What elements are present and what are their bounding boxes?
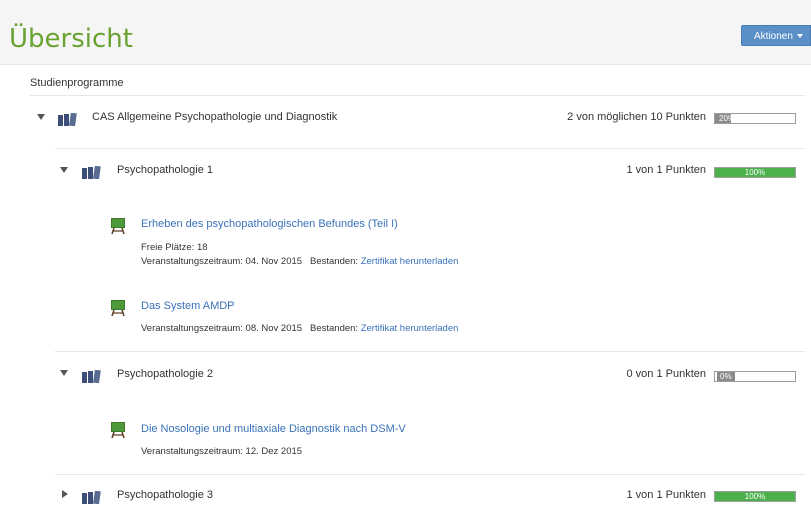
- program-divider: [55, 148, 805, 149]
- collapse-toggle-icon[interactable]: [60, 167, 68, 173]
- module-row: Psychopathologie 2 0 von 1 Punkten 0%: [0, 367, 811, 391]
- event-period: Veranstaltungszeitraum: 04. Nov 2015: [141, 256, 303, 267]
- module-progress-label: 100%: [744, 492, 766, 501]
- expand-toggle-icon[interactable]: [62, 490, 68, 498]
- event-title-link[interactable]: Die Nosologie und multiaxiale Diagnostik…: [141, 423, 406, 435]
- program-label: CAS Allgemeine Psychopathologie und Diag…: [92, 111, 338, 123]
- page-title: Übersicht: [9, 24, 133, 54]
- event-free-seats: Freie Plätze: 18: [141, 242, 208, 253]
- books-icon: [82, 370, 101, 383]
- collapse-toggle-icon[interactable]: [37, 114, 45, 120]
- event-period: Veranstaltungszeitraum: 12. Dez 2015: [141, 446, 303, 457]
- module-points: 1 von 1 Punkten: [626, 164, 706, 176]
- module-label: Psychopathologie 3: [117, 489, 214, 501]
- program-points: 2 von möglichen 10 Punkten: [567, 111, 706, 123]
- collapse-toggle-icon[interactable]: [60, 370, 68, 376]
- module-divider: [55, 474, 805, 475]
- event-title-link[interactable]: Erheben des psychopathologischen Befunde…: [141, 218, 398, 230]
- event-passed-label: Bestanden:: [310, 256, 359, 267]
- program-progress-label: 20%: [719, 114, 736, 123]
- page-header: Übersicht Aktionen: [0, 0, 811, 65]
- section-divider: [30, 95, 805, 96]
- module-progress-bar: 100%: [714, 167, 796, 178]
- program-row: CAS Allgemeine Psychopathologie und Diag…: [0, 110, 811, 134]
- event-meta: Veranstaltungszeitraum: 08. Nov 2015 Bes…: [141, 323, 458, 334]
- certificate-download-link[interactable]: Zertifikat herunterladen: [361, 323, 459, 334]
- module-points: 1 von 1 Punkten: [626, 489, 706, 501]
- classroom-board-icon: [111, 422, 125, 438]
- certificate-download-link[interactable]: Zertifikat herunterladen: [361, 256, 459, 267]
- module-progress-label: 100%: [744, 168, 766, 177]
- module-label: Psychopathologie 1: [117, 164, 214, 176]
- actions-button-label: Aktionen: [754, 31, 793, 42]
- classroom-board-icon: [111, 218, 125, 234]
- event-title-link[interactable]: Das System AMDP: [141, 300, 235, 312]
- event-passed-label: Bestanden:: [310, 323, 359, 334]
- books-icon: [58, 113, 77, 126]
- event-meta: Veranstaltungszeitraum: 04. Nov 2015 Bes…: [141, 256, 458, 267]
- module-progress-label: 0%: [717, 372, 735, 381]
- event-period: Veranstaltungszeitraum: 08. Nov 2015: [141, 323, 303, 334]
- module-points: 0 von 1 Punkten: [626, 368, 706, 380]
- module-label: Psychopathologie 2: [117, 368, 214, 380]
- section-title: Studienprogramme: [30, 77, 124, 89]
- module-row: Psychopathologie 3 1 von 1 Punkten 100%: [0, 488, 811, 512]
- caret-down-icon: [796, 34, 803, 39]
- module-row: Psychopathologie 1 1 von 1 Punkten 100%: [0, 163, 811, 187]
- module-progress-bar: 0%: [714, 371, 796, 382]
- books-icon: [82, 491, 101, 504]
- module-divider: [55, 351, 805, 352]
- actions-button[interactable]: Aktionen: [741, 25, 811, 46]
- program-progress-bar: 20%: [714, 113, 796, 124]
- books-icon: [82, 166, 101, 179]
- module-progress-bar: 100%: [714, 491, 796, 502]
- classroom-board-icon: [111, 300, 125, 316]
